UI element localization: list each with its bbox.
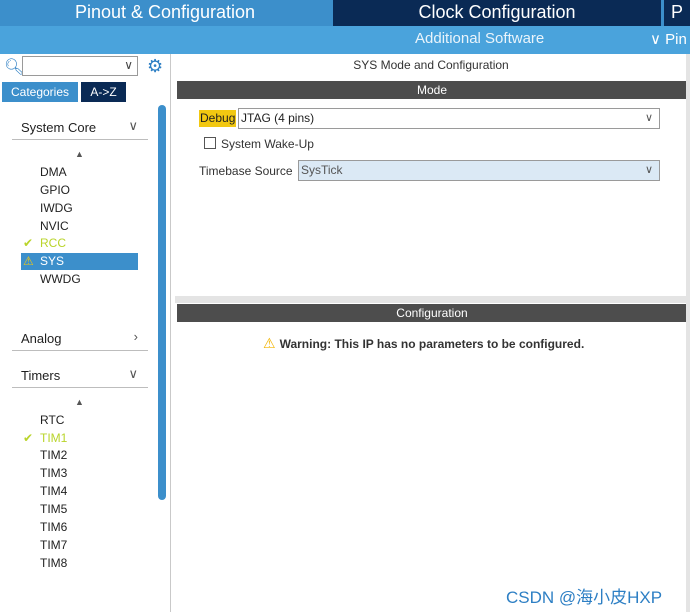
chevron-down-icon: ∨ <box>644 112 653 124</box>
list-item-rcc[interactable]: ✔ RCC <box>21 235 138 252</box>
chevron-down-icon: ∨ <box>128 118 138 133</box>
list-item-nvic[interactable]: NVIC <box>21 218 138 235</box>
timebase-source-value: SysTick <box>301 163 343 177</box>
checkbox-box[interactable] <box>204 137 216 149</box>
debug-label: Debug <box>199 110 237 127</box>
list-item-gpio[interactable]: GPIO <box>21 182 138 199</box>
list-item-tim6[interactable]: TIM6 <box>21 519 138 536</box>
sort-arrows-icon[interactable]: ▲ <box>75 397 84 407</box>
system-wake-up-label: System Wake-Up <box>221 137 314 151</box>
list-item-tim2[interactable]: TIM2 <box>21 447 138 464</box>
warning-icon: ⚠ <box>23 254 34 268</box>
warning-icon: ⚠ <box>263 335 276 351</box>
list-item-tim8[interactable]: TIM8 <box>21 555 138 572</box>
alphabetical-view-button[interactable]: A->Z <box>81 82 126 102</box>
configuration-section-header: Configuration <box>177 304 687 322</box>
list-item-sys[interactable]: ⚠ SYS <box>21 253 138 270</box>
timebase-source-label: Timebase Source <box>199 164 293 178</box>
category-analog[interactable]: Analog › <box>12 328 148 351</box>
pinout-menu-button[interactable]: ∨ Pin <box>650 30 687 48</box>
categories-view-button[interactable]: Categories <box>2 82 78 102</box>
tab-overflow[interactable]: P <box>664 0 690 26</box>
chevron-down-icon: ∨ <box>128 366 138 381</box>
list-item-tim3[interactable]: TIM3 <box>21 465 138 482</box>
category-timers[interactable]: Timers ∨ <box>12 365 148 388</box>
list-item-dma[interactable]: DMA <box>21 164 138 181</box>
debug-select[interactable]: JTAG (4 pins) ∨ <box>238 108 660 129</box>
warning-text: Warning: This IP has no parameters to be… <box>279 337 585 351</box>
chevron-right-icon: › <box>133 329 138 344</box>
list-item-tim7[interactable]: TIM7 <box>21 537 138 554</box>
chevron-down-icon[interactable]: ∨ <box>124 58 133 72</box>
system-wake-up-checkbox[interactable]: System Wake-Up <box>204 137 314 151</box>
warning-message: ⚠ Warning: This IP has no parameters to b… <box>263 335 584 352</box>
list-item-iwdg[interactable]: IWDG <box>21 200 138 217</box>
timebase-source-select[interactable]: SysTick ∨ <box>298 160 660 181</box>
list-item-tim4[interactable]: TIM4 <box>21 483 138 500</box>
check-icon: ✔ <box>23 236 34 250</box>
category-label: System Core <box>21 120 97 135</box>
category-label: Analog <box>21 331 62 346</box>
list-scrollbar-thumb[interactable] <box>158 105 166 500</box>
right-scroll-edge <box>686 54 690 612</box>
list-item-rtc[interactable]: RTC <box>21 412 138 429</box>
chevron-down-icon: ∨ <box>644 164 653 176</box>
sort-arrows-icon[interactable]: ▲ <box>75 149 84 159</box>
watermark: CSDN @海小皮HXP <box>506 588 663 607</box>
panel-splitter[interactable] <box>175 296 690 303</box>
debug-select-value: JTAG (4 pins) <box>241 111 315 125</box>
list-item-tim1[interactable]: ✔ TIM1 <box>21 430 138 447</box>
sub-tab-bar: Additional Software ∨ Pin <box>0 26 690 54</box>
check-icon: ✔ <box>23 431 34 445</box>
list-item-wwdg[interactable]: WWDG <box>21 271 138 288</box>
category-label: Timers <box>21 368 61 383</box>
additional-software-button[interactable]: Additional Software <box>415 30 544 47</box>
page-title: SYS Mode and Configuration <box>353 58 509 72</box>
search-input[interactable]: ∨ <box>22 56 138 76</box>
tab-clock-configuration[interactable]: Clock Configuration <box>333 0 661 26</box>
list-item-tim5[interactable]: TIM5 <box>21 501 138 518</box>
tab-pinout-configuration[interactable]: Pinout & Configuration <box>0 0 330 26</box>
category-system-core[interactable]: System Core ∨ <box>12 117 148 140</box>
gear-icon[interactable]: ⚙ <box>147 56 163 77</box>
mode-section-header: Mode <box>177 81 687 99</box>
